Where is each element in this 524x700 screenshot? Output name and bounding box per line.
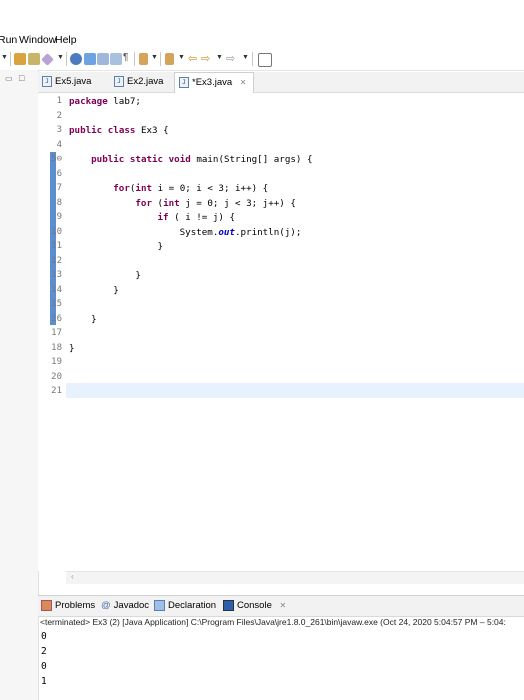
line-number: 17 [51, 328, 62, 338]
dropdown-arrow-icon[interactable]: ▼ [242, 54, 249, 61]
next-annotation-icon[interactable] [139, 53, 148, 65]
toolbar-separator [160, 52, 161, 66]
dropdown-arrow-icon[interactable]: ▼ [178, 54, 185, 61]
code-line[interactable]: } [69, 241, 164, 252]
console-output-line: 0 [41, 631, 47, 642]
line-number: 10 [51, 227, 62, 237]
left-panel: ▭ □ [0, 70, 39, 700]
tab-declaration[interactable]: Declaration [154, 599, 216, 613]
menu-bar: Run Window Help [0, 34, 524, 49]
open-folder-icon[interactable] [14, 53, 26, 65]
java-file-icon: J [179, 76, 189, 88]
line-number: 3 [56, 125, 62, 135]
menu-help[interactable]: Help [55, 34, 77, 46]
new-java-project-icon[interactable] [28, 53, 40, 65]
minimize-icon[interactable]: ▭ [5, 74, 13, 83]
highlight-icon[interactable] [84, 53, 96, 65]
code-line[interactable]: public class Ex3 { [69, 125, 169, 136]
line-number: 16 [51, 314, 62, 324]
line-number: 15 [51, 299, 62, 309]
dropdown-arrow-icon[interactable]: ▼ [1, 54, 8, 61]
back-arrow-icon[interactable]: ⇦ [188, 52, 197, 65]
declaration-icon [154, 599, 165, 611]
forward-nav-icon[interactable]: ⇨ [226, 52, 235, 65]
tab-ex3-java[interactable]: J *Ex3.java ✕ [174, 72, 254, 94]
close-icon[interactable]: ✕ [280, 601, 287, 610]
code-line[interactable]: } [69, 285, 119, 296]
toggle-block-icon[interactable] [97, 53, 109, 65]
tab-label: *Ex3.java [192, 77, 233, 88]
javadoc-icon: @ [101, 600, 111, 611]
tab-javadoc[interactable]: @ Javadoc [101, 599, 149, 613]
line-number: 2 [56, 111, 62, 121]
code-line[interactable]: package lab7; [69, 96, 141, 107]
tab-console[interactable]: Console ✕ [223, 599, 286, 613]
close-icon[interactable]: ✕ [240, 78, 247, 87]
tab-label: Ex5.java [55, 76, 92, 87]
toolbar-separator [252, 52, 253, 66]
scroll-left-icon[interactable]: ‹ [71, 572, 74, 581]
maximize-icon[interactable]: □ [19, 73, 24, 83]
console-output-line: 1 [41, 676, 47, 687]
bottom-view-tabs: Problems @ Javadoc Declaration Console ✕ [38, 595, 524, 617]
toolbar-separator [10, 52, 11, 66]
line-number: 11 [51, 241, 62, 251]
paragraph-icon[interactable]: ¶ [123, 52, 128, 63]
line-number: 1 [56, 96, 62, 106]
line-number: 14 [51, 285, 62, 295]
java-file-icon: J [114, 75, 124, 87]
forward-arrow-icon[interactable]: ⇨ [201, 52, 210, 65]
line-number: 8 [56, 198, 62, 208]
console-status: <terminated> Ex3 (2) [Java Application] … [40, 617, 506, 627]
horizontal-scrollbar[interactable]: ‹ [66, 571, 524, 584]
current-line-highlight [66, 383, 524, 398]
dropdown-arrow-icon[interactable]: ▼ [57, 54, 64, 61]
line-number: 19 [51, 357, 62, 367]
previous-annotation-icon[interactable] [165, 53, 174, 65]
dropdown-arrow-icon[interactable]: ▼ [216, 54, 223, 61]
console-output-line: 2 [41, 646, 47, 657]
dropdown-arrow-icon[interactable]: ▼ [151, 54, 158, 61]
menu-window[interactable]: Window [19, 34, 56, 46]
line-number: 9 [56, 212, 62, 222]
pin-icon[interactable] [258, 53, 272, 67]
toolbar-separator [66, 52, 67, 66]
show-whitespace-icon[interactable] [110, 53, 122, 65]
code-line[interactable]: } [69, 270, 141, 281]
toolbar-separator [134, 52, 135, 66]
menu-run[interactable]: Run [0, 34, 17, 46]
code-line[interactable]: for (int j = 0; j < 3; j++) { [69, 198, 295, 209]
tab-problems[interactable]: Problems [41, 599, 95, 613]
console-output-line: 0 [41, 661, 47, 672]
line-number: 7 [56, 183, 62, 193]
toolbar: ▼ ▼ ¶ ▼ ▼ ⇦ ⇨ ▼ ⇨ ▼ [0, 49, 524, 71]
code-line[interactable]: public static void main(String[] args) { [69, 154, 312, 165]
line-number: 21 [51, 386, 62, 396]
line-number: 20 [51, 372, 62, 382]
code-line[interactable]: for(int i = 0; i < 3; i++) { [69, 183, 268, 194]
line-number: 4 [56, 140, 62, 150]
line-number[interactable]: 5⊖ [40, 154, 62, 164]
code-line[interactable]: if ( i != j) { [69, 212, 235, 223]
code-line[interactable]: System.out.println(j); [69, 227, 302, 238]
line-number: 18 [51, 343, 62, 353]
tab-label: Ex2.java [127, 76, 164, 87]
line-number: 6 [56, 169, 62, 179]
tab-ex5-java[interactable]: J Ex5.java [38, 72, 112, 92]
problems-icon [41, 599, 52, 611]
code-line[interactable]: } [69, 314, 97, 325]
line-number: 12 [51, 256, 62, 266]
pen-icon[interactable] [41, 53, 54, 66]
tab-ex2-java[interactable]: J Ex2.java [110, 72, 178, 92]
editor-tab-bar: J Ex5.java J Ex2.java J *Ex3.java ✕ [38, 72, 524, 94]
code-line[interactable]: } [69, 343, 75, 354]
console-icon [223, 599, 234, 611]
search-icon[interactable] [70, 53, 82, 65]
line-number: 13 [51, 270, 62, 280]
java-file-icon: J [42, 75, 52, 87]
